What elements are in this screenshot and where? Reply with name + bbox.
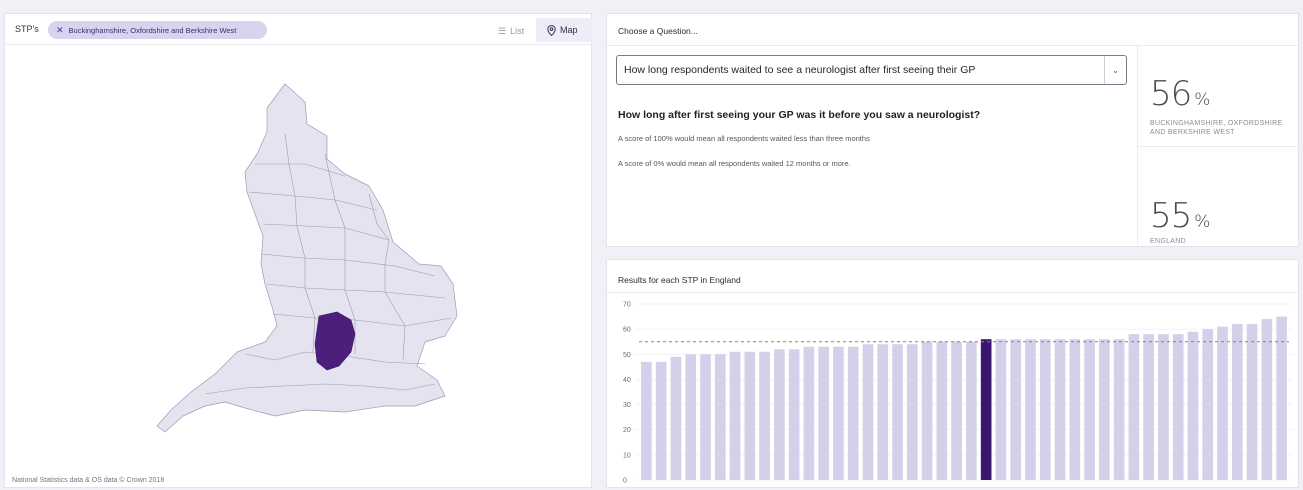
selected-stp-score: 56%	[1150, 74, 1210, 114]
bar[interactable]	[1202, 329, 1214, 480]
england-map[interactable]	[5, 46, 593, 474]
bar[interactable]	[759, 351, 770, 480]
y-tick-label: 30	[623, 402, 631, 409]
bar[interactable]	[1217, 326, 1228, 480]
list-icon: ☰	[498, 25, 507, 36]
bar[interactable]	[1276, 316, 1287, 480]
bar[interactable]	[803, 346, 815, 480]
bar[interactable]	[1143, 334, 1154, 480]
close-icon[interactable]: ✕	[56, 25, 64, 36]
selected-stp-label: Buckinghamshire, Oxfordshire and Berkshi…	[68, 25, 237, 35]
england-score-unit: %	[1194, 212, 1211, 232]
map-attribution: National Statistics data & OS data © Cro…	[12, 477, 165, 484]
y-tick-label: 10	[623, 452, 631, 459]
bar[interactable]	[966, 341, 977, 480]
bar[interactable]	[714, 354, 726, 480]
bar[interactable]	[1084, 339, 1095, 480]
bar[interactable]	[951, 341, 962, 480]
y-tick-label: 70	[623, 302, 631, 309]
selected-stp-score-unit: %	[1194, 90, 1211, 110]
selected-stp-score-label: BUCKINGHAMSHIRE, OXFORDSHIRE AND BERKSHI…	[1150, 120, 1283, 136]
stp-bar-chart[interactable]: 0 10 20 30 40 50 60 70	[607, 296, 1300, 488]
stp-label: STP's	[15, 24, 39, 34]
bar[interactable]	[670, 356, 682, 480]
bar[interactable]	[1039, 339, 1051, 480]
bar[interactable]	[1231, 324, 1243, 480]
divider	[1138, 146, 1299, 147]
question-select[interactable]: How long respondents waited to see a neu…	[616, 55, 1127, 85]
selected-stp-chip[interactable]: ✕ Buckinghamshire, Oxfordshire and Berks…	[48, 21, 267, 39]
y-tick-label: 0	[623, 478, 627, 485]
map-panel: STP's ✕ Buckinghamshire, Oxfordshire and…	[4, 13, 592, 488]
bar[interactable]	[1113, 339, 1125, 480]
question-select-value: How long respondents waited to see a neu…	[624, 64, 976, 76]
y-tick-label: 50	[623, 352, 631, 359]
map-pin-icon	[547, 24, 556, 36]
y-tick-label: 40	[623, 377, 631, 384]
bar[interactable]	[847, 346, 859, 480]
chevron-down-icon[interactable]: ⌄	[1104, 56, 1126, 84]
bar[interactable]	[700, 354, 711, 480]
bar[interactable]	[936, 341, 948, 480]
map-area[interactable]	[5, 46, 591, 474]
bar[interactable]	[1261, 319, 1273, 480]
bar[interactable]	[906, 344, 918, 480]
bar[interactable]	[995, 339, 1007, 480]
bar[interactable]	[1025, 339, 1036, 480]
bar[interactable]	[862, 344, 874, 480]
selected-stp-score-value: 56	[1150, 74, 1192, 114]
map-header: STP's ✕ Buckinghamshire, Oxfordshire and…	[5, 14, 592, 45]
list-view-label: List	[510, 26, 525, 36]
question-description-1: A score of 100% would mean all responden…	[618, 134, 870, 143]
bar[interactable]	[818, 346, 829, 480]
question-panel-title: Choose a Question...	[618, 26, 698, 36]
bar[interactable]	[1010, 339, 1022, 480]
bar[interactable]	[1128, 334, 1140, 480]
map-view-label: Map	[560, 25, 578, 35]
bar[interactable]	[655, 361, 667, 480]
bar[interactable]	[1054, 339, 1066, 480]
england-score-label: ENGLAND	[1150, 238, 1186, 245]
bar[interactable]	[1246, 324, 1258, 480]
england-score: 55%	[1150, 196, 1210, 236]
england-score-value: 55	[1150, 196, 1192, 236]
y-tick-label: 20	[623, 427, 631, 434]
bar[interactable]	[729, 351, 741, 480]
bar[interactable]	[921, 341, 933, 480]
divider	[607, 292, 1298, 293]
bar[interactable]	[788, 349, 800, 480]
bar-selected-stp[interactable]	[980, 339, 992, 480]
stats-column: 56% BUCKINGHAMSHIRE, OXFORDSHIRE AND BER…	[1137, 46, 1299, 247]
bar[interactable]	[641, 361, 652, 480]
bar[interactable]	[892, 344, 903, 480]
chart-panel: Results for each STP in England 0 10 20 30 4…	[606, 259, 1299, 488]
bar[interactable]	[1158, 334, 1169, 480]
bar[interactable]	[744, 351, 756, 480]
bar[interactable]	[833, 346, 844, 480]
bar[interactable]	[1069, 339, 1081, 480]
bar[interactable]	[1187, 331, 1199, 480]
bar[interactable]	[685, 354, 697, 480]
bar[interactable]	[774, 349, 785, 480]
chart-title: Results for each STP in England	[618, 275, 741, 285]
map-view-button[interactable]: Map	[536, 18, 592, 42]
question-panel: Choose a Question... How long respondent…	[606, 13, 1299, 247]
list-view-button[interactable]: ☰ List	[498, 21, 524, 41]
bar[interactable]	[1099, 339, 1110, 480]
y-tick-label: 60	[623, 327, 631, 334]
question-description-2: A score of 0% would mean all respondents…	[618, 159, 851, 168]
question-heading: How long after first seeing your GP was …	[618, 109, 981, 121]
bar[interactable]	[1172, 334, 1184, 480]
bar[interactable]	[877, 344, 889, 480]
